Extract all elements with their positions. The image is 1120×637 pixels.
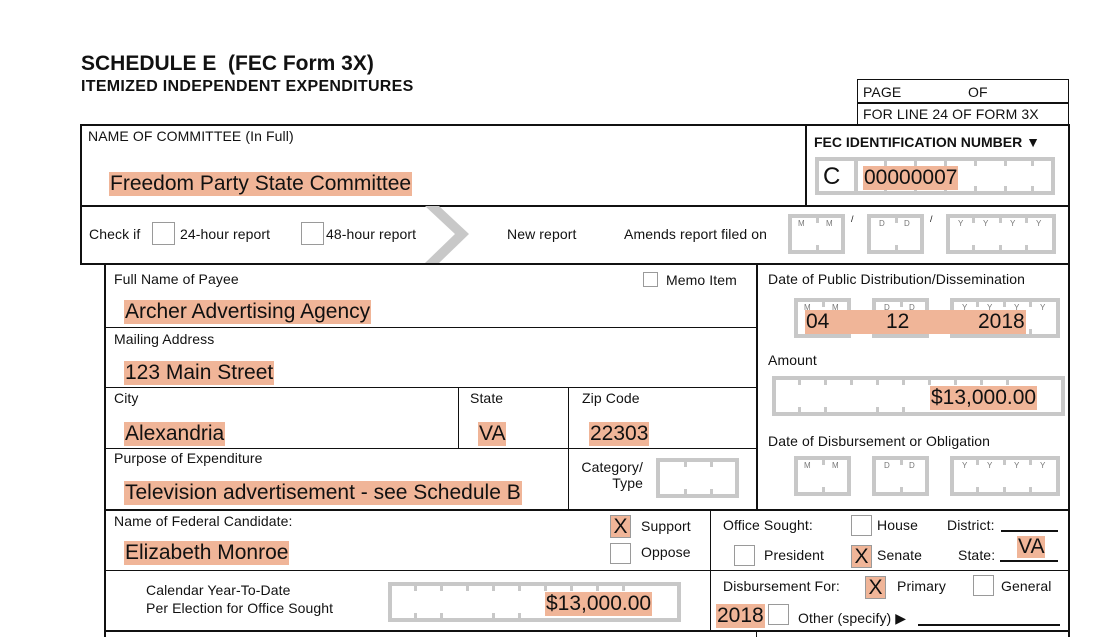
purpose-field[interactable]: Television advertisement - see Schedule … <box>124 481 522 505</box>
memo-item-label: Memo Item <box>666 272 737 288</box>
house-checkbox[interactable] <box>851 515 872 536</box>
district-label: District: <box>947 517 995 533</box>
fec-id-prefix: C <box>823 163 841 190</box>
amount-value: $13,000.00 <box>930 386 1038 410</box>
other-specify-field[interactable] <box>918 624 1060 626</box>
oppose-label: Oppose <box>641 544 691 560</box>
chevron-right-icon <box>425 206 469 263</box>
primary-checkbox[interactable]: X <box>865 576 886 599</box>
ytd-amount-value: $13,000.00 <box>545 592 653 616</box>
other-label: Other (specify) ▶ <box>798 610 907 626</box>
oppose-checkbox[interactable] <box>610 543 631 564</box>
dissemination-date-value: 04 12 2018 <box>805 310 1026 334</box>
ytd-amount-field[interactable]: $13,000.00 <box>388 582 681 622</box>
page-label: PAGE <box>863 84 902 100</box>
support-checkbox[interactable]: X <box>610 515 631 538</box>
amount-label: Amount <box>768 352 817 368</box>
general-label: General <box>1001 578 1052 594</box>
election-year-field[interactable]: 2018 <box>716 604 765 628</box>
president-label: President <box>764 547 825 563</box>
disbursement-day-field[interactable]: D D <box>872 456 929 496</box>
payee-name-label: Full Name of Payee <box>114 271 239 287</box>
city-label: City <box>114 390 139 406</box>
state-sought-label: State: <box>958 547 996 563</box>
line-label: FOR LINE 24 OF FORM 3X <box>863 106 1039 122</box>
state-sought-value: VA <box>1017 535 1046 558</box>
general-checkbox[interactable] <box>973 575 994 596</box>
category-type-field[interactable] <box>656 458 739 498</box>
disbursement-for-label: Disbursement For: <box>723 578 840 594</box>
city-field[interactable]: Alexandria <box>124 422 226 446</box>
state-field[interactable]: VA <box>478 422 507 446</box>
form-title: SCHEDULE E (FEC Form 3X) <box>81 52 374 75</box>
support-label: Support <box>641 518 691 534</box>
payee-section-border <box>104 264 106 637</box>
state-sought-field[interactable] <box>1000 560 1058 562</box>
memo-item-checkbox[interactable] <box>643 272 658 287</box>
amends-month-field[interactable]: M M <box>788 214 845 254</box>
24-hour-report-label: 24-hour report <box>180 226 271 242</box>
president-checkbox[interactable] <box>734 545 755 566</box>
24-hour-report-checkbox[interactable] <box>152 222 175 245</box>
of-label: OF <box>968 84 988 100</box>
fec-id-value: 00000007 <box>863 166 959 190</box>
candidate-name-field[interactable]: Elizabeth Monroe <box>124 541 290 565</box>
disbursement-date-label: Date of Disbursement or Obligation <box>768 433 991 449</box>
senate-label: Senate <box>877 547 922 563</box>
zip-code-label: Zip Code <box>582 390 640 406</box>
page-box: PAGE OF FOR LINE 24 OF FORM 3X <box>857 79 1069 125</box>
committee-name-field[interactable]: Freedom Party State Committee <box>109 172 413 196</box>
district-field[interactable] <box>1001 530 1058 532</box>
mailing-address-field[interactable]: 123 Main Street <box>124 361 275 385</box>
amount-field[interactable]: $13,000.00 <box>772 376 1065 416</box>
primary-label: Primary <box>897 578 946 594</box>
candidate-label: Name of Federal Candidate: <box>114 513 293 529</box>
office-sought-label: Office Sought: <box>723 517 813 533</box>
form-subtitle: ITEMIZED INDEPENDENT EXPENDITURES <box>81 78 414 95</box>
senate-checkbox[interactable]: X <box>851 545 872 568</box>
48-hour-report-label: 48-hour report <box>326 226 417 242</box>
dissemination-date-label: Date of Public Distribution/Disseminatio… <box>768 271 1025 287</box>
48-hour-report-checkbox[interactable] <box>301 222 324 245</box>
purpose-label: Purpose of Expenditure <box>114 450 263 466</box>
state-label: State <box>470 390 504 406</box>
new-report-label: New report <box>507 226 577 242</box>
payee-name-field[interactable]: Archer Advertising Agency <box>124 300 372 324</box>
house-label: House <box>877 517 918 533</box>
fec-id-label: FEC IDENTIFICATION NUMBER ▼ <box>814 134 1040 150</box>
check-if-label: Check if <box>89 226 141 242</box>
category-label: Category/ Type <box>581 459 643 491</box>
other-checkbox[interactable] <box>768 604 789 625</box>
amends-year-field[interactable]: Y Y Y Y <box>946 214 1056 254</box>
fec-id-field[interactable]: C 00000007 <box>815 157 1055 195</box>
committee-name-label: NAME OF COMMITTEE (In Full) <box>88 128 294 144</box>
ytd-label: Calendar Year-To-Date Per Election for O… <box>146 582 334 616</box>
amends-day-field[interactable]: D D <box>867 214 924 254</box>
amends-report-label: Amends report filed on <box>624 226 768 242</box>
zip-code-field[interactable]: 22303 <box>589 422 650 446</box>
disbursement-year-field[interactable]: Y Y Y Y <box>950 456 1060 496</box>
mailing-address-label: Mailing Address <box>114 331 215 347</box>
disbursement-month-field[interactable]: M M <box>794 456 851 496</box>
